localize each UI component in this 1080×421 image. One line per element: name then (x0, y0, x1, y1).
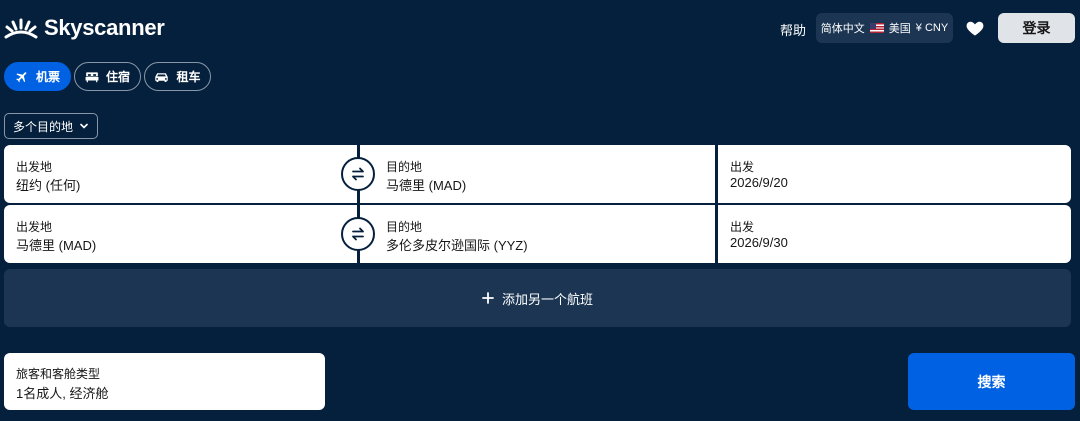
travellers-label: 旅客和客舱类型 (16, 367, 101, 381)
destination-value: 马德里 (MAD) (386, 178, 467, 193)
brand-name: Skyscanner (44, 15, 165, 40)
depart-date-field[interactable]: 出发 2026/9/20 (718, 145, 1071, 203)
currency-label: ¥ CNY (915, 22, 949, 34)
destination-label: 目的地 (386, 160, 423, 174)
plane-icon (16, 71, 27, 82)
tab-label: 租车 (176, 70, 201, 84)
swap-button[interactable] (341, 157, 375, 191)
origin-value: 纽约 (任何) (16, 178, 81, 193)
locale-button[interactable]: 简体中文 美国 ¥ CNY (816, 13, 953, 43)
origin-value: 马德里 (MAD) (16, 238, 97, 253)
add-flight-label: 添加另一个航班 (501, 291, 593, 307)
region-label: 美国 (888, 23, 911, 35)
car-icon (155, 72, 169, 82)
swap-button[interactable] (341, 217, 375, 251)
tab-label: 机票 (35, 70, 60, 84)
brand-logo[interactable]: Skyscanner (4, 14, 165, 42)
depart-date-value: 2026/9/30 (730, 235, 788, 250)
swap-arrows-icon (352, 167, 364, 181)
sunrise-logo-icon (4, 18, 38, 39)
origin-field[interactable]: 出发地 纽约 (任何) (4, 145, 357, 203)
depart-date-value: 2026/9/20 (730, 175, 788, 190)
travellers-value: 1名成人, 经济舱 (16, 386, 109, 401)
favorites-button[interactable] (965, 18, 985, 38)
origin-label: 出发地 (16, 220, 53, 234)
tab-hotels[interactable]: 住宿 (74, 62, 141, 91)
trip-type-dropdown[interactable]: 多个目的地 (4, 113, 98, 139)
tab-car-hire[interactable]: 租车 (144, 62, 211, 91)
depart-label: 出发 (730, 220, 755, 234)
depart-date-field[interactable]: 出发 2026/9/30 (718, 205, 1071, 263)
travellers-cabin-field[interactable]: 旅客和客舱类型 1名成人, 经济舱 (4, 353, 325, 410)
destination-value: 多伦多皮尔逊国际 (YYZ) (386, 238, 528, 253)
language-label: 简体中文 (820, 23, 865, 35)
flight-leg-1: 出发地 纽约 (任何) 目的地 马德里 (MAD) 出发 2026/9/20 (4, 145, 1071, 203)
trip-type-label: 多个目的地 (12, 119, 73, 134)
origin-field[interactable]: 出发地 马德里 (MAD) (4, 205, 357, 263)
help-link[interactable]: 帮助 (780, 20, 806, 39)
destination-label: 目的地 (386, 220, 423, 234)
flight-leg-2: 出发地 马德里 (MAD) 目的地 多伦多皮尔逊国际 (YYZ) 出发 2026… (4, 205, 1071, 263)
origin-label: 出发地 (16, 160, 53, 174)
destination-field[interactable]: 目的地 多伦多皮尔逊国际 (YYZ) (360, 205, 715, 263)
us-flag-icon (869, 23, 884, 33)
destination-field[interactable]: 目的地 马德里 (MAD) (360, 145, 715, 203)
add-flight-button[interactable]: 添加另一个航班 (4, 269, 1071, 327)
bed-icon (85, 71, 99, 82)
search-button[interactable]: 搜索 (908, 353, 1075, 410)
login-button[interactable]: 登录 (998, 13, 1075, 43)
depart-label: 出发 (730, 160, 755, 174)
plus-icon (482, 292, 494, 304)
tab-flights[interactable]: 机票 (4, 62, 71, 91)
swap-arrows-icon (352, 227, 364, 241)
heart-icon (966, 21, 984, 36)
tab-label: 住宿 (105, 70, 130, 84)
chevron-down-icon (80, 123, 88, 129)
